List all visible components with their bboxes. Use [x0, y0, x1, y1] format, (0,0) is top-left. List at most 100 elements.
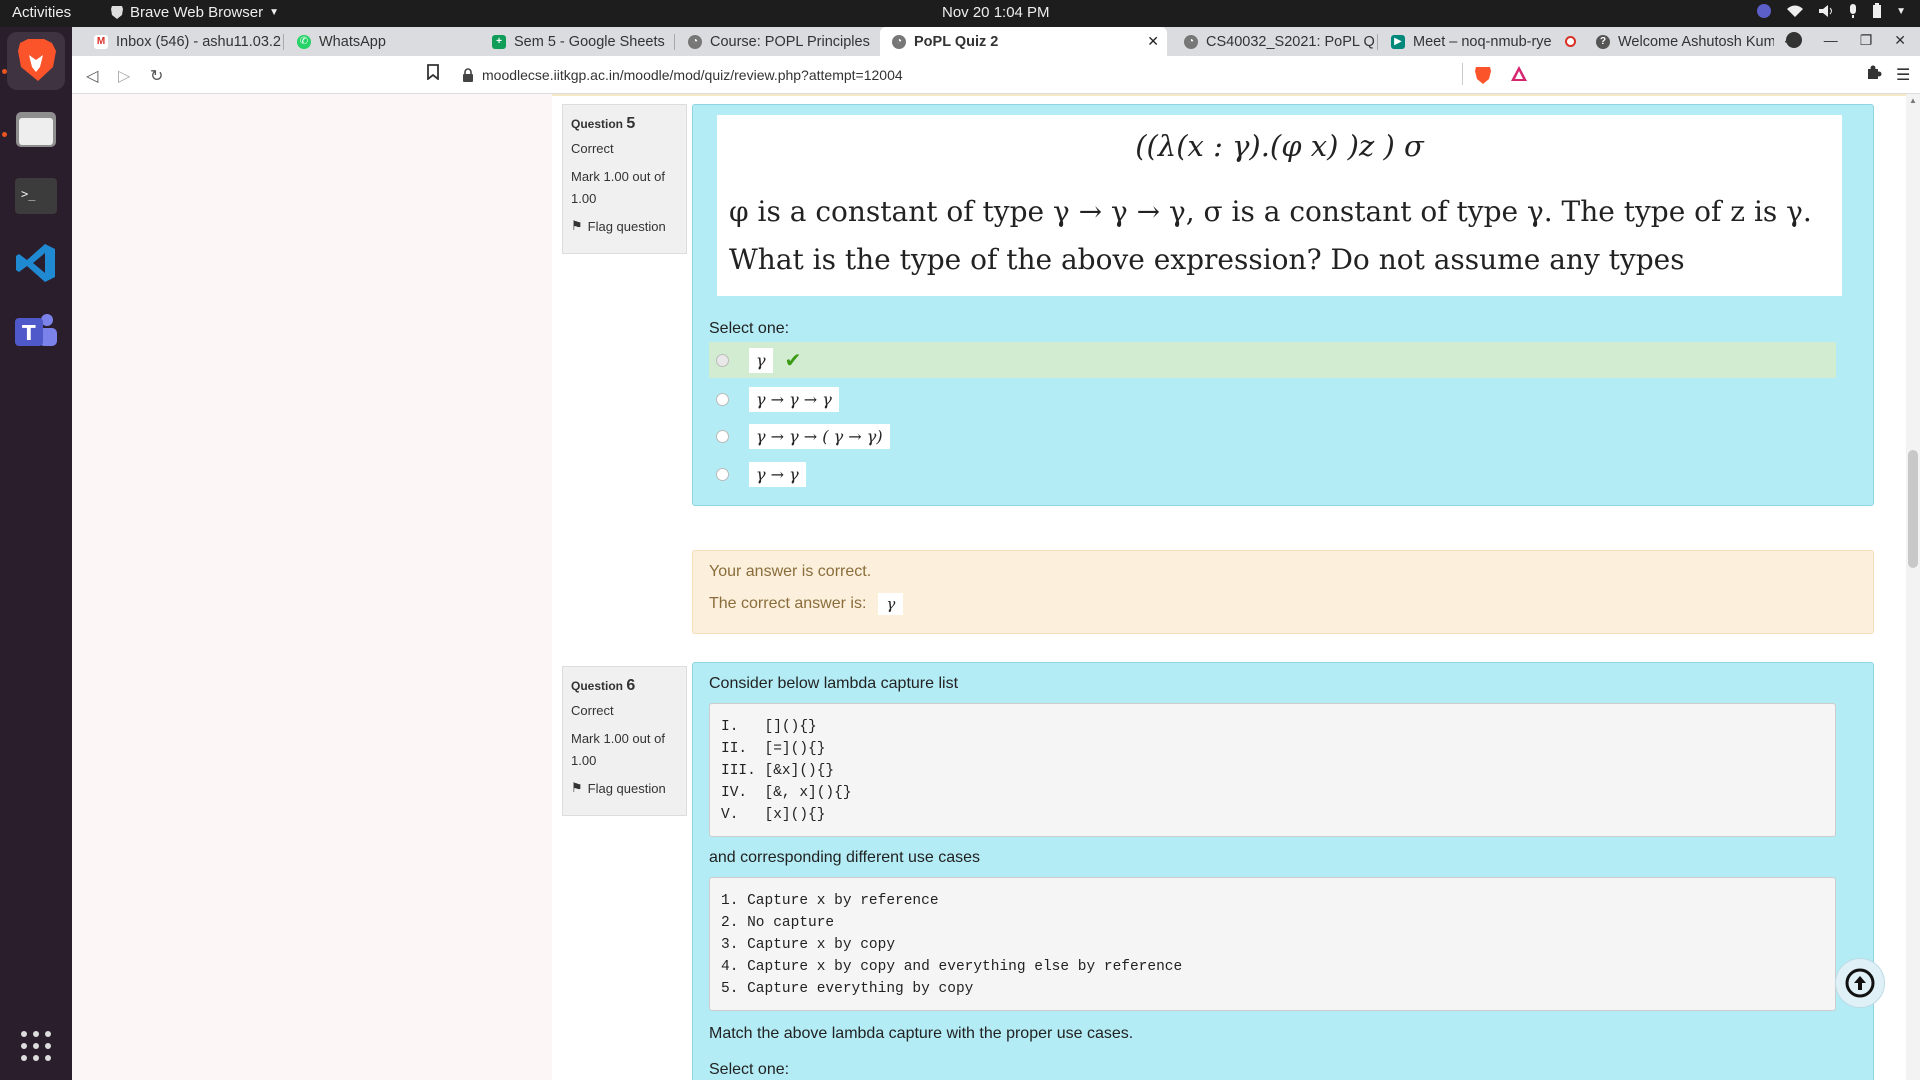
chevron-down-icon[interactable]: ▼	[1896, 6, 1906, 17]
tab-search-icon[interactable]	[1785, 32, 1802, 48]
answer-option[interactable]: γ → γ	[709, 456, 1836, 492]
tab-course-popl[interactable]: ◔ Course: POPL Principles	[676, 27, 876, 56]
system-tray[interactable]: ▼	[1756, 3, 1906, 19]
tab-label: WhatsApp	[319, 33, 386, 50]
question-6-content: Consider below lambda capture list I. []…	[692, 662, 1874, 1080]
meet-icon: ▶	[1391, 34, 1405, 49]
brave-shields-icon[interactable]	[1474, 65, 1492, 88]
minimize-icon[interactable]: —	[1824, 32, 1838, 49]
ubuntu-dock: >_ T	[0, 27, 72, 1080]
brave-lion-icon	[18, 39, 56, 81]
dock-files[interactable]	[7, 100, 65, 158]
extensions-puzzle-icon[interactable]	[1866, 65, 1882, 84]
scrollbar-thumb[interactable]	[1908, 450, 1918, 568]
dock-teams[interactable]: T	[7, 303, 65, 361]
feedback-text: Your answer is correct.	[709, 563, 872, 580]
option-text: γ	[749, 347, 773, 373]
lambda-expression: ((λ(x : γ).(φ x) )z ) σ	[1135, 129, 1424, 163]
tab-cs40032[interactable]: ◔ CS40032_S2021: PoPL Q	[1172, 27, 1377, 56]
window-controls: — ❐ ✕	[1785, 32, 1906, 49]
gmail-icon: M	[94, 34, 108, 49]
recording-indicator-icon	[1565, 36, 1576, 47]
code-line: IV. [&, x](){}	[721, 785, 852, 801]
correct-answer-label: The correct answer is:	[709, 595, 867, 612]
radio-button[interactable]	[716, 467, 729, 481]
flag-label: Flag question	[587, 218, 666, 234]
answer-option[interactable]: γ → γ → ( γ → γ)	[709, 418, 1836, 454]
question-5-math-image: ((λ(x : γ).(φ x) )z ) σ φ is a constant …	[717, 115, 1842, 296]
microphone-icon[interactable]	[1848, 3, 1858, 19]
page-scrollbar[interactable]: ▲	[1906, 94, 1920, 1080]
tab-label: Sem 5 - Google Sheets	[514, 33, 665, 50]
brave-rewards-icon[interactable]	[1510, 65, 1528, 86]
tab-gmail[interactable]: M Inbox (546) - ashu11.03.2	[82, 27, 282, 56]
radio-button[interactable]	[716, 429, 729, 443]
question-grade: Mark 1.00 out of 1.00	[571, 731, 665, 768]
forward-icon[interactable]: ▷	[118, 66, 130, 86]
app-menu[interactable]: Brave Web Browser ▼	[110, 4, 279, 21]
volume-icon[interactable]	[1818, 4, 1834, 18]
correct-answer-row: The correct answer is: γ	[709, 593, 904, 615]
top-separator	[552, 94, 1920, 96]
tab-popl-quiz-2[interactable]: ◔ PoPL Quiz 2 ✕	[880, 27, 1167, 56]
tab-divider	[283, 34, 284, 50]
svg-text:T: T	[22, 321, 36, 345]
vscode-icon	[16, 244, 55, 282]
tab-google-meet[interactable]: ▶ Meet – noq-nmub-rye	[1379, 27, 1584, 56]
question-state: Correct	[571, 703, 614, 718]
answer-option[interactable]: γ → γ → γ	[709, 381, 1836, 417]
option-text: γ → γ	[749, 461, 806, 487]
moodle-icon: ◔	[688, 34, 702, 49]
flag-question-button[interactable]: ⚑ Flag question	[571, 218, 678, 234]
tab-welcome[interactable]: ? Welcome Ashutosh Kum	[1584, 27, 1774, 56]
browser-tab-strip: M Inbox (546) - ashu11.03.2 ✆ WhatsApp +…	[72, 27, 1920, 56]
code-line: 3. Capture x by copy	[721, 937, 896, 953]
answer-option[interactable]: γ ✔	[709, 342, 1836, 378]
teams-icon: T	[15, 314, 57, 346]
chevron-down-icon: ▼	[269, 7, 280, 18]
scroll-to-top-button[interactable]	[1835, 958, 1885, 1008]
code-line: III. [&x](){}	[721, 763, 835, 779]
tab-divider	[1377, 34, 1378, 50]
bookmark-icon[interactable]	[427, 64, 439, 85]
radio-button[interactable]	[716, 353, 729, 367]
tab-label: PoPL Quiz 2	[914, 33, 999, 50]
arrow-up-circle-icon	[1845, 968, 1875, 998]
code-line: 4. Capture x by copy and everything else…	[721, 959, 1183, 975]
sheets-icon: +	[492, 34, 506, 49]
dock-terminal[interactable]: >_	[7, 167, 65, 225]
clock[interactable]: Nov 20 1:04 PM	[942, 4, 1050, 21]
reload-icon[interactable]: ↻	[150, 66, 163, 86]
scroll-up-arrow-icon[interactable]: ▲	[1909, 96, 1917, 105]
wifi-icon[interactable]	[1786, 4, 1804, 18]
dock-brave-browser[interactable]	[7, 32, 65, 90]
question-number: Question 6	[571, 677, 636, 694]
left-blocks-panel	[72, 94, 552, 1080]
close-tab-icon[interactable]: ✕	[1147, 33, 1159, 50]
code-line: 2. No capture	[721, 915, 835, 931]
teams-tray-icon[interactable]	[1756, 3, 1772, 19]
flag-icon: ⚑	[571, 780, 583, 795]
activities-button[interactable]: Activities	[12, 4, 71, 21]
battery-icon[interactable]	[1872, 3, 1882, 19]
tab-google-sheets[interactable]: + Sem 5 - Google Sheets	[480, 27, 670, 56]
tab-label: Inbox (546) - ashu11.03.2	[116, 33, 281, 50]
app-grid-icon	[21, 1031, 51, 1061]
maximize-icon[interactable]: ❐	[1860, 32, 1873, 49]
back-icon[interactable]: ◁	[86, 66, 98, 86]
system-top-bar: Activities Brave Web Browser ▼ Nov 20 1:…	[0, 0, 1920, 27]
menu-icon[interactable]: ☰	[1896, 65, 1910, 85]
tab-label: Meet – noq-nmub-rye	[1413, 33, 1552, 50]
option-text: γ → γ → γ	[749, 386, 839, 412]
flag-question-button[interactable]: ⚑ Flag question	[571, 780, 678, 796]
question-5-info: Question 5 Correct Mark 1.00 out of 1.00…	[562, 104, 687, 254]
brave-lion-icon	[111, 6, 123, 19]
dock-vscode[interactable]	[7, 234, 65, 292]
close-window-icon[interactable]: ✕	[1894, 32, 1906, 49]
show-applications-button[interactable]	[20, 1030, 52, 1062]
tab-whatsapp[interactable]: ✆ WhatsApp	[285, 27, 465, 56]
radio-button[interactable]	[716, 392, 729, 406]
tab-label: CS40032_S2021: PoPL Q	[1206, 33, 1375, 50]
url-bar[interactable]: moodlecse.iitkgp.ac.in/moodle/mod/quiz/r…	[462, 62, 1552, 88]
lock-icon[interactable]	[462, 68, 474, 82]
